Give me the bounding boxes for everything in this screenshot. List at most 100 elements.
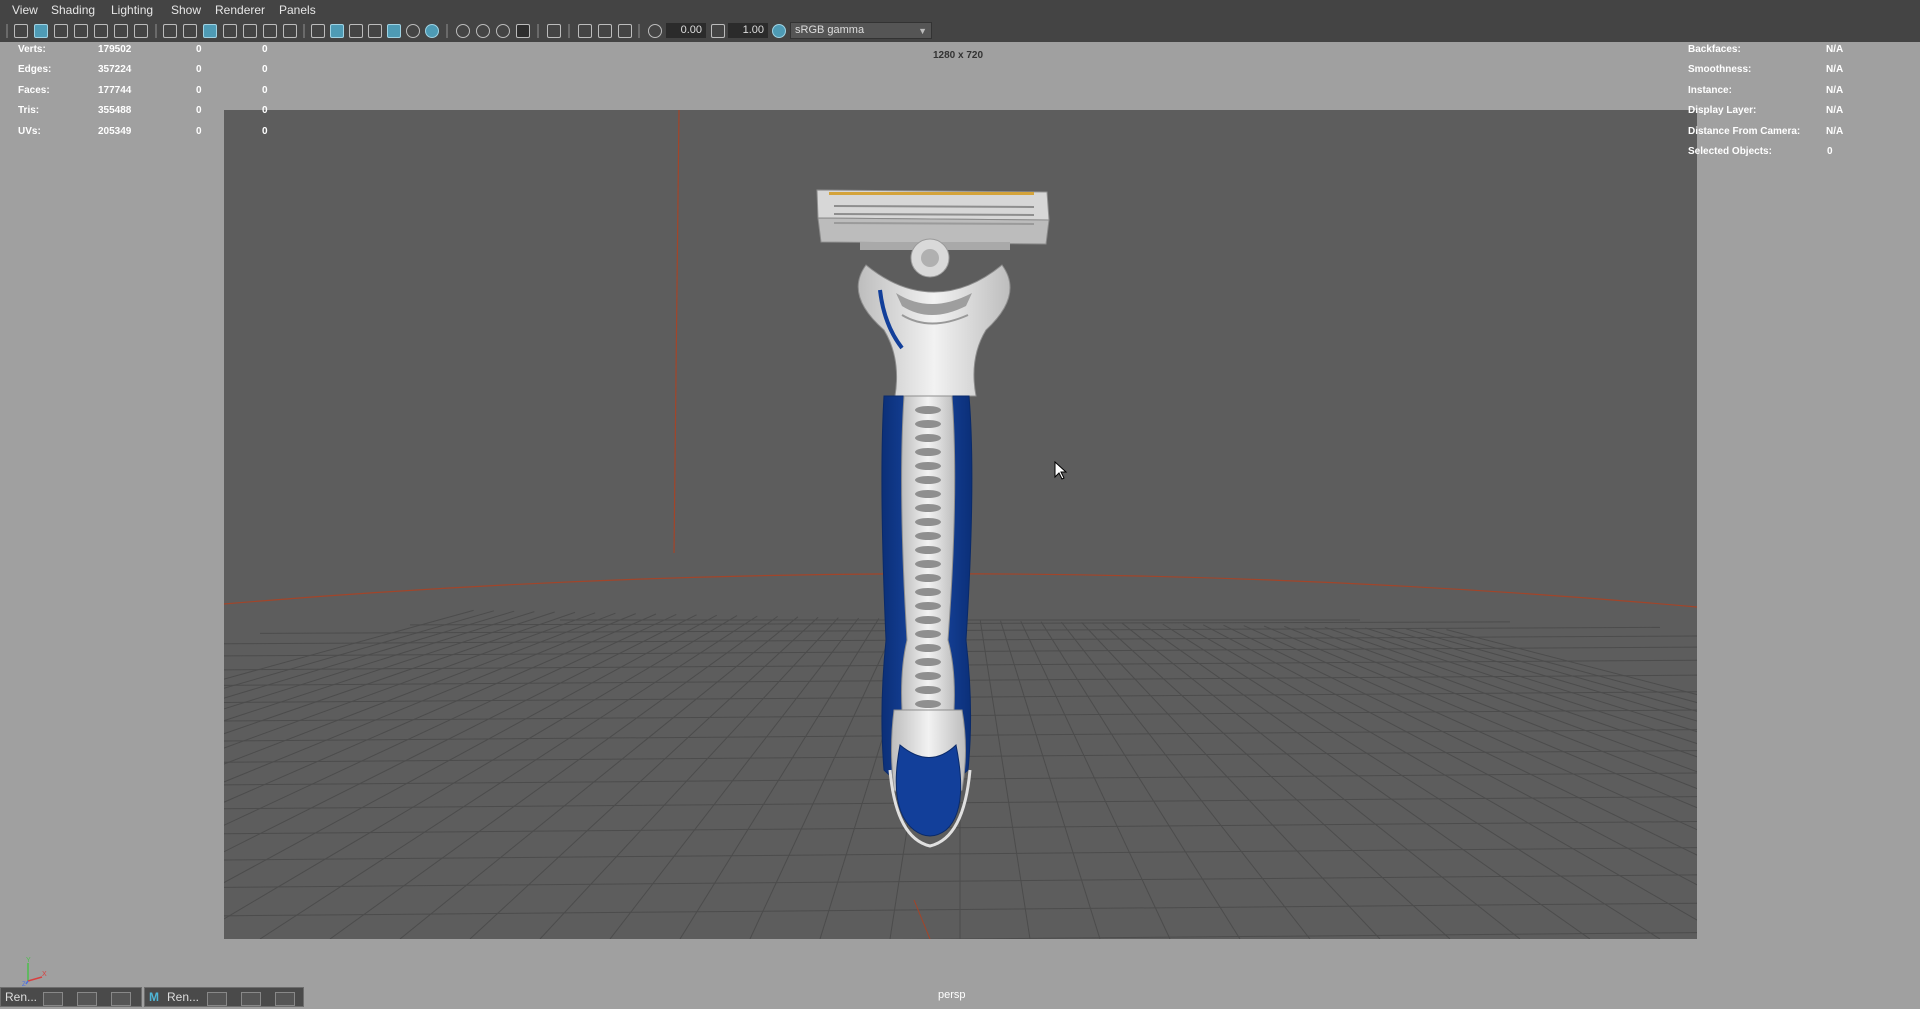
gamma-icon[interactable]: [711, 24, 725, 38]
menu-panels[interactable]: Panels: [279, 3, 316, 17]
safe-title-icon[interactable]: [263, 24, 277, 38]
close-icon[interactable]: [111, 992, 131, 1006]
gate-mask-icon[interactable]: [203, 24, 217, 38]
close-icon[interactable]: [275, 992, 295, 1006]
grip-rib: [915, 560, 941, 568]
resolution-label: 1280 x 720: [933, 50, 984, 61]
xray-joints-icon[interactable]: [618, 24, 632, 38]
grip-rib: [915, 630, 941, 638]
color-management-icon[interactable]: [772, 24, 786, 38]
grip-rib: [915, 462, 941, 470]
minimized-windows-bar: Ren... M Ren...: [0, 985, 1920, 1009]
gamma-field[interactable]: 1.00: [728, 23, 768, 38]
exposure-icon[interactable]: [648, 24, 662, 38]
grip-rib: [915, 644, 941, 652]
motion-blur-icon[interactable]: [476, 24, 490, 38]
hud-edges-label: Edges:: [18, 64, 52, 75]
taskbar-window-2[interactable]: M Ren...: [144, 987, 304, 1007]
hud-uvs-component: 0: [262, 126, 268, 137]
color-space-dropdown[interactable]: sRGB gamma ▼: [790, 22, 932, 39]
grid-line: [1000, 620, 1101, 939]
viewport-scene: [224, 110, 1697, 939]
restore-icon[interactable]: [43, 992, 63, 1006]
grip-rib: [915, 686, 941, 694]
film-gate-icon[interactable]: [134, 24, 148, 38]
maximize-icon[interactable]: [241, 992, 261, 1006]
hud-edges-selected: 0: [196, 64, 202, 75]
resolution-gate-frame[interactable]: [224, 110, 1697, 939]
menu-lighting[interactable]: Lighting: [111, 3, 153, 17]
hud-edges-value: 357224: [98, 64, 132, 75]
camera-attributes-icon[interactable]: [34, 24, 48, 38]
hud-backfaces-value: N/A: [1826, 44, 1844, 55]
safe-action-icon[interactable]: [243, 24, 257, 38]
grip-rib: [915, 616, 941, 624]
grease-pencil-icon[interactable]: [114, 24, 128, 38]
select-camera-icon[interactable]: [14, 24, 28, 38]
grid-line: [1060, 621, 1311, 939]
smooth-shade-icon[interactable]: [330, 24, 344, 38]
grid-line: [224, 611, 535, 710]
maximize-icon[interactable]: [77, 992, 97, 1006]
menu-show[interactable]: Show: [171, 3, 201, 17]
wireframe-on-shaded-icon[interactable]: [368, 24, 382, 38]
hud-display-layer-label: Display Layer:: [1688, 105, 1757, 116]
hud-uvs-label: UVs:: [18, 126, 41, 137]
hud-verts-value: 179502: [98, 44, 132, 55]
hud-faces-label: Faces:: [18, 85, 50, 96]
grip-rib: [915, 420, 941, 428]
grid-line: [224, 614, 718, 884]
grip-rib: [915, 490, 941, 498]
hud-instance-label: Instance:: [1688, 85, 1732, 96]
shadows-icon[interactable]: [425, 24, 439, 38]
grid-icon[interactable]: [163, 24, 177, 38]
hud-backfaces-label: Backfaces:: [1688, 44, 1741, 55]
grip-rib: [915, 658, 941, 666]
default-material-icon[interactable]: [349, 24, 363, 38]
toolbar-separator: [537, 24, 539, 38]
hud-instance-value: N/A: [1826, 85, 1844, 96]
image-plane-icon[interactable]: [74, 24, 88, 38]
two-d-pan-zoom-icon[interactable]: [94, 24, 108, 38]
toolbar-separator: [303, 24, 305, 38]
menu-view[interactable]: View: [12, 3, 38, 17]
taskbar-window-1-label: Ren...: [5, 990, 38, 1004]
hud-smoothness-value: N/A: [1826, 64, 1844, 75]
anti-aliasing-icon[interactable]: [496, 24, 510, 38]
grip-rib: [915, 448, 941, 456]
grid-line: [979, 620, 1031, 939]
ambient-occlusion-icon[interactable]: [456, 24, 470, 38]
wireframe-icon[interactable]: [311, 24, 325, 38]
grip-rib: [915, 602, 941, 610]
xray-icon[interactable]: [578, 24, 592, 38]
menu-shading[interactable]: Shading: [51, 3, 95, 17]
toolbar-separator: [6, 24, 8, 38]
depth-of-field-icon[interactable]: [516, 24, 530, 38]
grip-rib: [915, 672, 941, 680]
textured-icon[interactable]: [387, 24, 401, 38]
taskbar-window-1[interactable]: Ren...: [0, 987, 142, 1007]
grid-line: [1385, 627, 1697, 722]
hud-verts-component: 0: [262, 44, 268, 55]
toolbar-separator: [446, 24, 448, 38]
bookmark-icon[interactable]: [54, 24, 68, 38]
resolution-gate-icon[interactable]: [183, 24, 197, 38]
perspective-vertical-line: [673, 110, 680, 554]
xray-active-icon[interactable]: [598, 24, 612, 38]
hud-tris-component: 0: [262, 105, 268, 116]
mouse-cursor-icon: [1054, 460, 1068, 486]
grip-rib: [915, 588, 941, 596]
grid-line: [469, 616, 819, 939]
text-overlay-icon[interactable]: [283, 24, 297, 38]
lights-icon[interactable]: [406, 24, 420, 38]
grid-line: [224, 610, 494, 689]
exposure-field[interactable]: 0.00: [666, 23, 706, 38]
grip-rib: [915, 504, 941, 512]
toolbar-separator: [568, 24, 570, 38]
isolate-select-icon[interactable]: [547, 24, 561, 38]
restore-icon[interactable]: [207, 992, 227, 1006]
hud-selected-objects-label: Selected Objects:: [1688, 146, 1772, 157]
toolbar-separator: [155, 24, 157, 38]
field-chart-icon[interactable]: [223, 24, 237, 38]
menu-renderer[interactable]: Renderer: [215, 3, 265, 17]
